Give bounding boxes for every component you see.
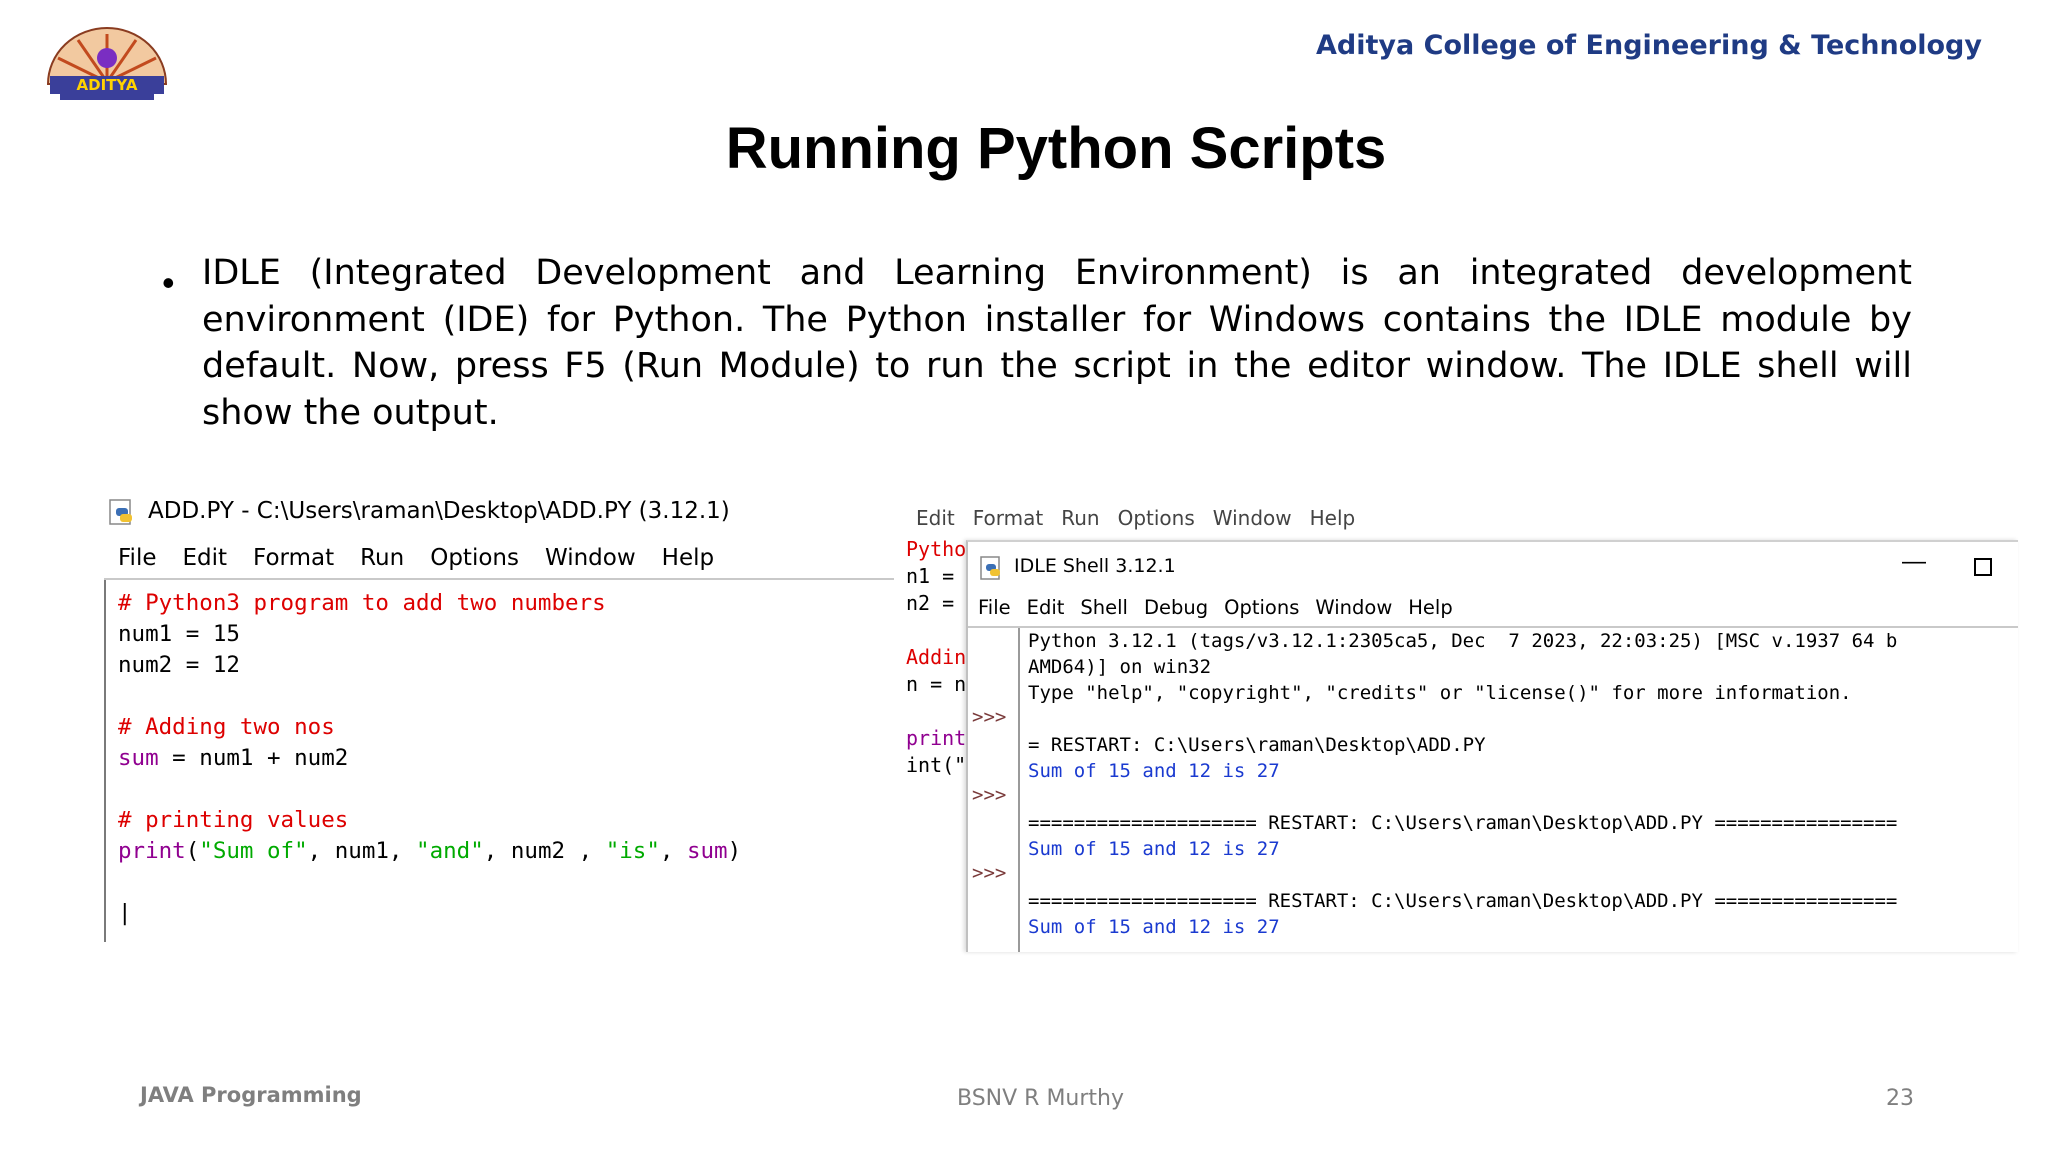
code-token: , num2 , bbox=[483, 838, 606, 864]
shell-line: ==================== RESTART: C:\Users\r… bbox=[1028, 890, 1898, 912]
back-menu-edit[interactable]: Edit bbox=[916, 498, 955, 538]
shell-menu-file[interactable]: File bbox=[978, 590, 1011, 626]
back-editor-code: Pytho n1 = n2 = Addin n = n print int(" bbox=[906, 536, 966, 779]
shell-prompt: >>> bbox=[972, 784, 1007, 806]
code-token: ) bbox=[727, 838, 742, 864]
python-icon bbox=[980, 556, 1000, 580]
shell-line: AMD64)] on win32 bbox=[1028, 656, 1212, 678]
footer-author: BSNV R Murthy bbox=[957, 1086, 1125, 1111]
editor-title: ADD.PY - C:\Users\raman\Desktop\ADD.PY (… bbox=[148, 498, 730, 524]
back-line: n = n bbox=[906, 672, 967, 696]
shell-output-line: Sum of 15 and 12 is 27 bbox=[1028, 760, 1280, 782]
text-cursor: | bbox=[118, 900, 132, 926]
shell-menu-edit[interactable]: Edit bbox=[1027, 590, 1065, 626]
menu-edit[interactable]: Edit bbox=[183, 538, 228, 578]
minimize-icon[interactable]: — bbox=[1902, 548, 1926, 576]
back-line: n2 = bbox=[906, 591, 955, 615]
shell-titlebar: IDLE Shell 3.12.1 — bbox=[968, 542, 2018, 588]
shell-prompt: >>> bbox=[972, 862, 1007, 884]
code-token: , bbox=[659, 838, 687, 864]
shell-title: IDLE Shell 3.12.1 bbox=[1014, 555, 1176, 577]
shell-text: Python 3.12.1 (tags/v3.12.1:2305ca5, Dec… bbox=[1028, 628, 2018, 940]
python-file-icon bbox=[109, 499, 132, 525]
code-token: ( bbox=[185, 838, 200, 864]
menu-file[interactable]: File bbox=[118, 538, 157, 578]
shell-output-line: Sum of 15 and 12 is 27 bbox=[1028, 916, 1280, 938]
menu-window[interactable]: Window bbox=[545, 538, 636, 578]
bullet-paragraph: IDLE (Integrated Development and Learnin… bbox=[202, 253, 1912, 433]
bullet-marker: • bbox=[162, 262, 175, 303]
code-line: # Adding two nos bbox=[118, 714, 335, 740]
code-string: "is" bbox=[605, 838, 660, 864]
code-editor[interactable]: # Python3 program to add two numbers num… bbox=[104, 580, 896, 942]
shell-menu-options[interactable]: Options bbox=[1224, 590, 1299, 626]
editor-menubar: File Edit Format Run Options Window Help bbox=[104, 538, 894, 580]
menu-options[interactable]: Options bbox=[430, 538, 519, 578]
menu-run[interactable]: Run bbox=[360, 538, 404, 578]
back-line: n1 = bbox=[906, 564, 955, 588]
college-name: Aditya College of Engineering & Technolo… bbox=[1316, 30, 1982, 61]
back-line: print bbox=[906, 726, 967, 750]
back-line: Addin bbox=[906, 645, 967, 669]
svg-text:ADITYA: ADITYA bbox=[77, 76, 138, 94]
slide-title: Running Python Scripts bbox=[725, 116, 1387, 181]
maximize-icon[interactable] bbox=[1974, 558, 1992, 576]
back-editor-menubar: Edit Format Run Options Window Help bbox=[904, 498, 1361, 538]
code-line: # printing values bbox=[118, 807, 349, 833]
page-number: 23 bbox=[1886, 1086, 1914, 1111]
shell-output-line: Sum of 15 and 12 is 27 bbox=[1028, 838, 1280, 860]
back-menu-format[interactable]: Format bbox=[973, 498, 1043, 538]
footer-course: JAVA Programming bbox=[140, 1083, 362, 1107]
code-keyword: sum bbox=[118, 745, 159, 771]
code-text: # Python3 program to add two numbers num… bbox=[118, 588, 741, 929]
back-menu-options[interactable]: Options bbox=[1118, 498, 1195, 538]
code-line: = num1 + num2 bbox=[158, 745, 349, 771]
shell-line: = RESTART: C:\Users\raman\Desktop\ADD.PY bbox=[1028, 734, 1486, 756]
shell-output[interactable]: Python 3.12.1 (tags/v3.12.1:2305ca5, Dec… bbox=[1028, 628, 2018, 952]
editor-window: ADD.PY - C:\Users\raman\Desktop\ADD.PY (… bbox=[104, 490, 896, 942]
code-string: "and" bbox=[416, 838, 484, 864]
editor-titlebar: ADD.PY - C:\Users\raman\Desktop\ADD.PY (… bbox=[104, 490, 894, 536]
shell-prompt-gutter: >>> >>> >>> bbox=[968, 628, 1020, 952]
code-keyword: sum bbox=[686, 838, 728, 864]
code-token: , num1, bbox=[307, 838, 417, 864]
back-line: Pytho bbox=[906, 537, 967, 561]
shell-menu-debug[interactable]: Debug bbox=[1144, 590, 1208, 626]
code-line: num2 = 12 bbox=[118, 652, 240, 678]
college-logo: ADITYA bbox=[46, 27, 168, 100]
back-menu-window[interactable]: Window bbox=[1213, 498, 1292, 538]
shell-line: Type "help", "copyright", "credits" or "… bbox=[1028, 682, 1852, 704]
code-line: num1 = 15 bbox=[118, 621, 240, 647]
code-string: "Sum of" bbox=[199, 838, 308, 864]
menu-help[interactable]: Help bbox=[662, 538, 714, 578]
shell-line: ==================== RESTART: C:\Users\r… bbox=[1028, 812, 1898, 834]
idle-shell-window: IDLE Shell 3.12.1 — File Edit Shell Debug Op… bbox=[966, 540, 2018, 952]
shell-menu-window[interactable]: Window bbox=[1315, 590, 1392, 626]
shell-menu-shell[interactable]: Shell bbox=[1080, 590, 1128, 626]
shell-line: Python 3.12.1 (tags/v3.12.1:2305ca5, Dec… bbox=[1028, 630, 1898, 652]
code-keyword: print bbox=[118, 838, 186, 864]
shell-menubar: File Edit Shell Debug Options Window Help bbox=[968, 590, 2018, 628]
back-menu-help[interactable]: Help bbox=[1310, 498, 1356, 538]
shell-prompt: >>> bbox=[972, 706, 1007, 728]
code-line: # Python3 program to add two numbers bbox=[118, 590, 606, 616]
back-menu-run[interactable]: Run bbox=[1061, 498, 1099, 538]
shell-menu-help[interactable]: Help bbox=[1408, 590, 1452, 626]
back-line: int(" bbox=[906, 753, 967, 777]
menu-format[interactable]: Format bbox=[253, 538, 334, 578]
